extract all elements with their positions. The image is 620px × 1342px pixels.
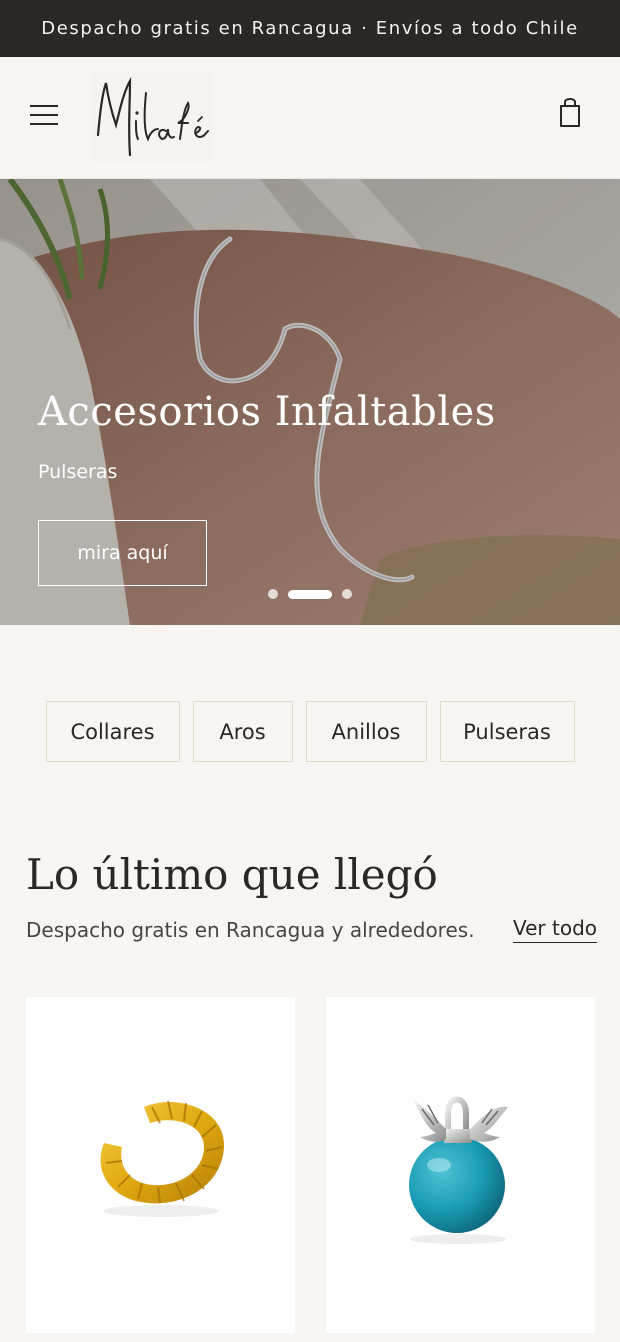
hero-cta-button[interactable]: mira aquí (38, 520, 207, 586)
section-title: Lo último que llegó (26, 850, 438, 899)
slide-dot-1[interactable] (268, 589, 278, 599)
shopping-bag-icon[interactable] (556, 95, 584, 129)
category-button-pulseras[interactable]: Pulseras (439, 701, 575, 762)
hero-subtitle: Pulseras (38, 461, 118, 483)
product-image-turquoise-pendant (409, 1096, 508, 1244)
slide-dot-2[interactable] (288, 589, 332, 599)
section-subtitle: Despacho gratis en Rancagua y alrededore… (26, 918, 475, 942)
menu-icon[interactable] (30, 105, 58, 129)
view-all-link[interactable]: Ver todo (513, 916, 598, 943)
hero-slideshow: Accesorios Infaltables Pulseras mira aqu… (0, 179, 620, 625)
product-card[interactable] (326, 997, 595, 1333)
announcement-text: Despacho gratis en Rancagua · Envíos a t… (41, 18, 579, 39)
slide-indicators (0, 588, 620, 600)
category-nav: Collares Aros Anillos Pulseras (0, 701, 620, 762)
category-button-aros[interactable]: Aros (192, 701, 293, 762)
category-button-collares[interactable]: Collares (45, 701, 180, 762)
site-header (0, 57, 620, 179)
product-image-ear-cuff (100, 1100, 225, 1217)
category-button-anillos[interactable]: Anillos (305, 701, 427, 762)
hero-title: Accesorios Infaltables (38, 389, 496, 435)
announcement-bar: Despacho gratis en Rancagua · Envíos a t… (0, 0, 620, 57)
logo[interactable] (92, 73, 212, 163)
product-card[interactable] (26, 997, 295, 1333)
slide-dot-3[interactable] (342, 589, 352, 599)
